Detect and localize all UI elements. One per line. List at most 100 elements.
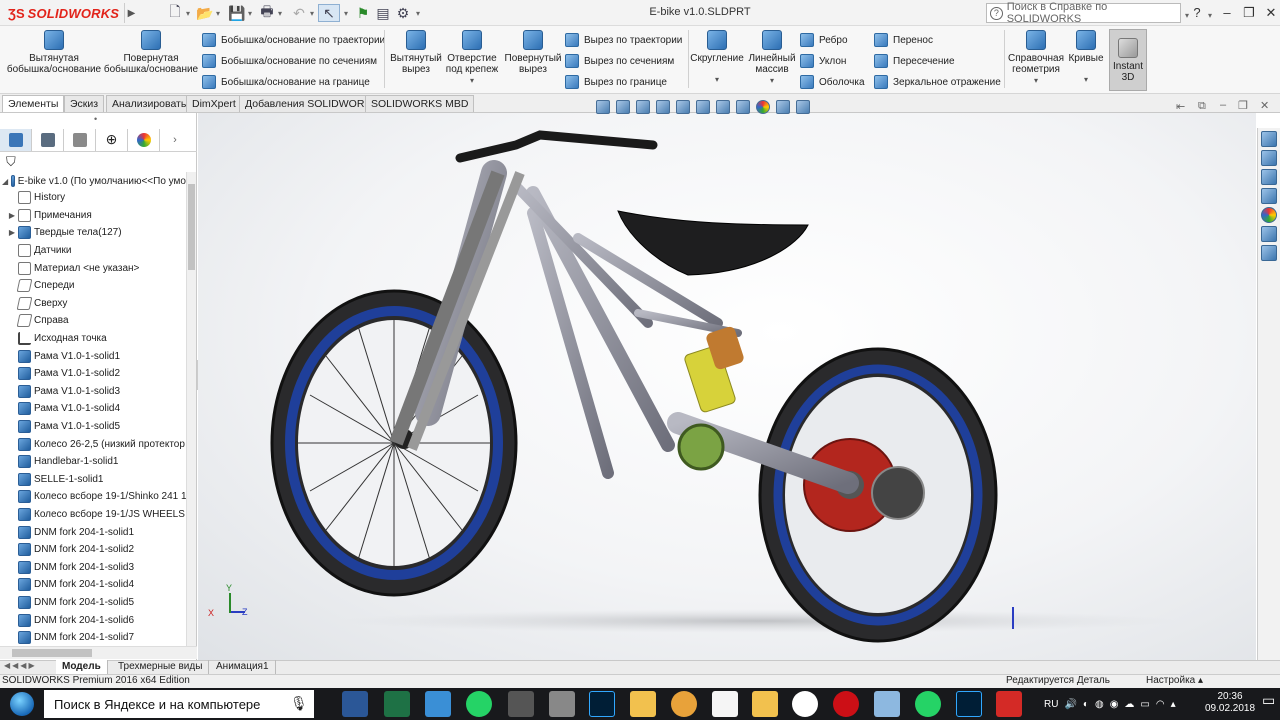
- linear-pattern-button[interactable]: Линейный массив ▾: [746, 30, 798, 86]
- tree-item[interactable]: Справа: [0, 312, 186, 330]
- viewport-tile-icon[interactable]: ⇤: [1176, 100, 1185, 113]
- undo-dropdown[interactable]: ▾: [308, 4, 316, 22]
- select-icon[interactable]: ↖: [318, 4, 340, 22]
- tray-security-icon[interactable]: ◉: [1110, 699, 1119, 710]
- reference-geometry-dropdown[interactable]: ▾: [1034, 75, 1038, 86]
- photoshop-taskbar-icon[interactable]: [589, 691, 615, 717]
- tree-item[interactable]: Материал <не указан>: [0, 259, 186, 277]
- tree-item[interactable]: ▶ Примечания: [0, 207, 186, 225]
- clock[interactable]: 20:36 09.02.2018: [1205, 691, 1255, 715]
- tray-more-icon[interactable]: ▴: [1171, 699, 1176, 710]
- opera-taskbar-icon[interactable]: [833, 691, 859, 717]
- file-explorer-taskbar-icon[interactable]: [752, 691, 778, 717]
- intersect-button[interactable]: Пересечение: [874, 52, 1001, 70]
- solidworks-resources-icon[interactable]: [1261, 131, 1277, 147]
- tree-item[interactable]: Исходная точка: [0, 330, 186, 348]
- help-search-input[interactable]: ? Поиск в Справке по SOLIDWORKS: [986, 1, 1181, 25]
- custom-properties-icon[interactable]: [1261, 226, 1277, 242]
- swept-cut-button[interactable]: Вырез по траектории: [565, 31, 682, 49]
- root-expand-icon[interactable]: ◢: [2, 177, 8, 186]
- tree-item[interactable]: Колесо всборе 19-1/Shinko 241 19: [0, 488, 186, 506]
- tree-item[interactable]: Рама V1.0-1-solid4: [0, 400, 186, 418]
- app-taskbar-icon[interactable]: [508, 691, 534, 717]
- volume-icon[interactable]: 🔊: [1064, 699, 1076, 710]
- tree-item[interactable]: Датчики: [0, 242, 186, 260]
- print-icon[interactable]: 🖶: [256, 3, 278, 22]
- tree-item[interactable]: Рама V1.0-1-solid5: [0, 418, 186, 436]
- tree-item[interactable]: DNM fork 204-1-solid4: [0, 576, 186, 594]
- options-icon[interactable]: ⚙: [392, 4, 414, 22]
- tree-item[interactable]: DNM fork 204-1-solid1: [0, 523, 186, 541]
- tree-item[interactable]: Рама V1.0-1-solid2: [0, 365, 186, 383]
- photoshop-2-taskbar-icon[interactable]: [956, 691, 982, 717]
- expand-arrow-icon[interactable]: ▶: [6, 228, 18, 237]
- open-dropdown[interactable]: ▾: [214, 4, 222, 22]
- feature-manager-tab[interactable]: [0, 128, 32, 151]
- tray-network-icon[interactable]: ◍: [1095, 699, 1104, 710]
- taskbar-search-input[interactable]: Поиск в Яндексе и на компьютере: [44, 690, 314, 718]
- tab-3d-views[interactable]: Трехмерные виды: [112, 660, 210, 674]
- display-style-icon[interactable]: [716, 100, 730, 114]
- restore-button[interactable]: ❐: [1240, 4, 1258, 22]
- tree-item[interactable]: Сверху: [0, 295, 186, 313]
- mail-taskbar-icon[interactable]: [671, 691, 697, 717]
- open-icon[interactable]: 📂: [194, 4, 216, 22]
- boundary-cut-button[interactable]: Вырез по границе: [565, 73, 682, 91]
- revolved-boss-button[interactable]: Повернутая бобышка/основание: [104, 30, 198, 75]
- start-button[interactable]: [0, 688, 44, 720]
- tree-item[interactable]: DNM fork 204-1-solid2: [0, 541, 186, 559]
- tree-item[interactable]: History: [0, 189, 186, 207]
- tray-battery-icon[interactable]: ▭: [1140, 699, 1149, 710]
- archive-taskbar-icon[interactable]: [549, 691, 575, 717]
- help-icon[interactable]: ?: [1188, 4, 1206, 22]
- tree-item[interactable]: Колесо всборе 19-1/JS WHEELS BI: [0, 506, 186, 524]
- tab-model[interactable]: Модель: [56, 660, 108, 674]
- tab-animation[interactable]: Анимация1: [210, 660, 276, 674]
- solidworks-logo[interactable]: ƷS SOLIDWORKS: [8, 4, 119, 22]
- reference-geometry-button[interactable]: Справочная геометрия ▾: [1008, 30, 1064, 86]
- new-icon[interactable]: 🗋: [164, 3, 186, 22]
- hole-wizard-button[interactable]: Отверстие под крепеж ▾: [443, 30, 501, 86]
- tab-mbd[interactable]: SOLIDWORKS MBD: [365, 95, 475, 112]
- tree-root[interactable]: ◢ E-bike v1.0 (По умолчанию<<По умо: [0, 172, 186, 190]
- tray-cloud-icon[interactable]: ☁: [1124, 699, 1134, 710]
- extruded-boss-button[interactable]: Вытянутая бобышка/основание: [7, 30, 101, 75]
- tree-item[interactable]: DNM fork 204-1-solid3: [0, 558, 186, 576]
- menu-expand-arrow[interactable]: ▶: [124, 3, 138, 23]
- display-manager-tab[interactable]: [128, 128, 160, 151]
- tree-item[interactable]: DNM fork 204-1-solid5: [0, 594, 186, 612]
- tray-app-icon[interactable]: ◐: [1083, 699, 1089, 710]
- dynamic-annotation-icon[interactable]: [676, 100, 690, 114]
- viewport-link-icon[interactable]: ⧉: [1198, 100, 1206, 113]
- save-dropdown[interactable]: ▾: [246, 4, 254, 22]
- tree-item[interactable]: SELLE-1-solid1: [0, 471, 186, 489]
- tree-scroll-thumb[interactable]: [188, 184, 195, 270]
- zoom-to-area-icon[interactable]: [616, 100, 630, 114]
- tree-item[interactable]: Колесо 26-2,5 (низкий протектор: [0, 435, 186, 453]
- lofted-boss-button[interactable]: Бобышка/основание по сечениям: [202, 52, 385, 70]
- options-dropdown[interactable]: ▾: [414, 4, 422, 22]
- boundary-boss-button[interactable]: Бобышка/основание на границе: [202, 73, 385, 91]
- tree-item[interactable]: ▶ Твердые тела(127): [0, 224, 186, 242]
- excel-taskbar-icon[interactable]: [384, 691, 410, 717]
- hole-wizard-dropdown[interactable]: ▾: [470, 75, 474, 86]
- whatsapp-taskbar-icon[interactable]: [466, 691, 492, 717]
- document-taskbar-icon[interactable]: [712, 691, 738, 717]
- viewport-restore-button[interactable]: ❐: [1238, 99, 1248, 112]
- configuration-manager-tab[interactable]: [64, 128, 96, 151]
- linear-pattern-dropdown[interactable]: ▾: [770, 75, 774, 86]
- file-properties-icon[interactable]: ▤: [372, 4, 394, 22]
- hide-show-items-icon[interactable]: [736, 100, 750, 114]
- tray-wifi-icon[interactable]: ◠: [1156, 699, 1165, 710]
- previous-view-icon[interactable]: [636, 100, 650, 114]
- tree-vertical-scrollbar[interactable]: [186, 172, 196, 646]
- wrap-button[interactable]: Перенос: [874, 31, 1001, 49]
- view-orientation-icon[interactable]: [696, 100, 710, 114]
- swept-boss-button[interactable]: Бобышка/основание по траектории: [202, 31, 385, 49]
- word-taskbar-icon[interactable]: [342, 691, 368, 717]
- mirror-button[interactable]: Зеркальное отражение: [874, 73, 1001, 91]
- solidworks-forum-icon[interactable]: [1261, 245, 1277, 261]
- view-settings-icon[interactable]: [796, 100, 810, 114]
- tab-dimxpert[interactable]: DimXpert: [186, 95, 242, 112]
- tree-item[interactable]: Рама V1.0-1-solid1: [0, 347, 186, 365]
